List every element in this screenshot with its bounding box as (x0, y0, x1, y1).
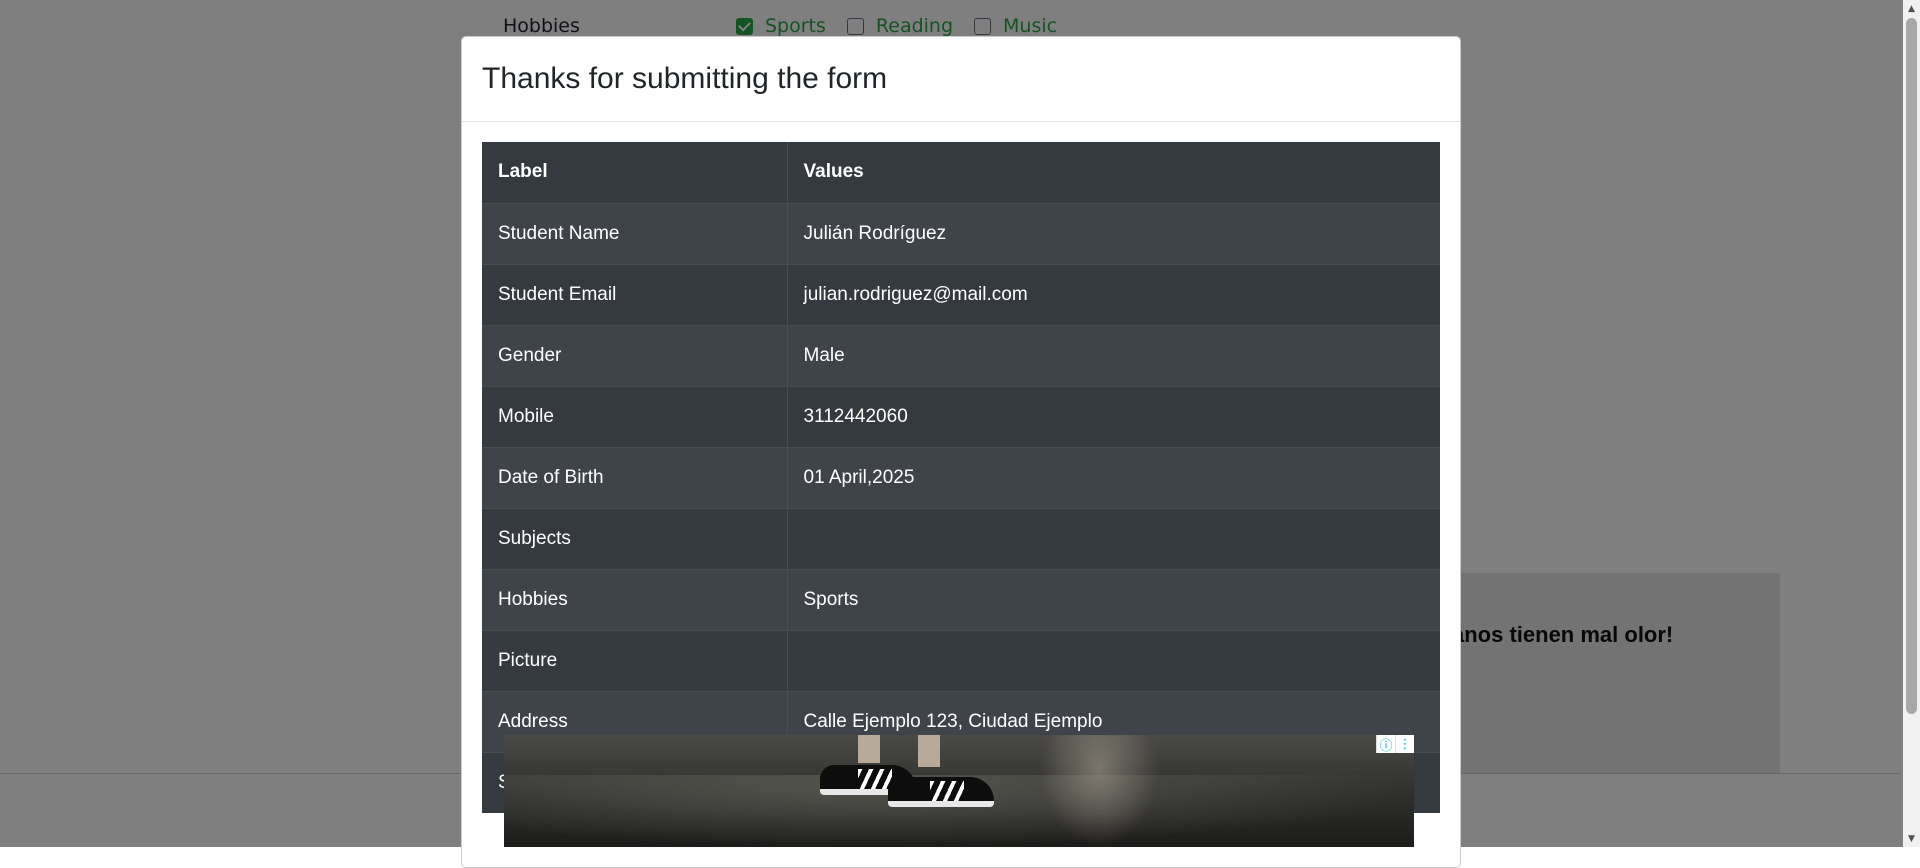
sneaker-stripes (930, 781, 965, 801)
row-label: Student Name (482, 202, 788, 264)
row-label: Gender (482, 324, 788, 386)
table-header-row: Label Values (482, 142, 1440, 203)
ad-leg-image (918, 735, 940, 767)
row-label: Mobile (482, 385, 788, 447)
sneaker-image (888, 777, 994, 807)
row-label: Student Email (482, 263, 788, 325)
row-label: Date of Birth (482, 446, 788, 508)
table-row: Gender Male (482, 324, 1440, 386)
table-row: Picture (482, 629, 1440, 691)
row-value: julian.rodriguez@mail.com (787, 263, 1440, 325)
ad-banner[interactable]: ⓘ ⋮ (504, 735, 1414, 847)
row-label: Picture (482, 629, 788, 691)
column-header-values: Values (803, 161, 864, 183)
scroll-down-arrow-icon[interactable]: ▼ (1903, 830, 1920, 847)
page-scrollbar[interactable]: ▲ ▼ (1903, 0, 1920, 847)
ad-person-figure (1039, 735, 1159, 847)
sneaker-sole (888, 801, 994, 807)
submission-table: Label Values Student Name Julián Rodrígu… (482, 142, 1440, 813)
table-row: Subjects (482, 507, 1440, 569)
scroll-up-arrow-icon[interactable]: ▲ (1903, 0, 1920, 17)
table-row: Mobile 3112442060 (482, 385, 1440, 447)
row-value: 01 April,2025 (787, 446, 1440, 508)
table-row: Hobbies Sports (482, 568, 1440, 630)
table-row: Date of Birth 01 April,2025 (482, 446, 1440, 508)
row-value (787, 507, 1440, 569)
row-label: Subjects (482, 507, 788, 569)
row-value: Julián Rodríguez (787, 202, 1440, 264)
table-row: Student Name Julián Rodríguez (482, 202, 1440, 264)
sneaker-stripes (858, 769, 893, 789)
ad-leg-image (858, 735, 880, 763)
row-value: Sports (787, 568, 1440, 630)
row-label: Hobbies (482, 568, 788, 630)
modal-body: Label Values Student Name Julián Rodrígu… (462, 122, 1460, 833)
modal-title: Thanks for submitting the form (482, 62, 888, 95)
scroll-thumb[interactable] (1906, 18, 1917, 714)
modal-header: Thanks for submitting the form (462, 37, 1460, 122)
more-vert-icon[interactable]: ⋮ (1395, 735, 1414, 753)
row-value: Male (787, 324, 1440, 386)
column-header-label: Label (482, 142, 788, 203)
table-row: Student Email julian.rodriguez@mail.com (482, 263, 1440, 325)
info-icon[interactable]: ⓘ (1376, 735, 1395, 754)
row-value (787, 629, 1440, 691)
ad-controls: ⓘ ⋮ (1376, 735, 1414, 754)
row-value: 3112442060 (787, 385, 1440, 447)
